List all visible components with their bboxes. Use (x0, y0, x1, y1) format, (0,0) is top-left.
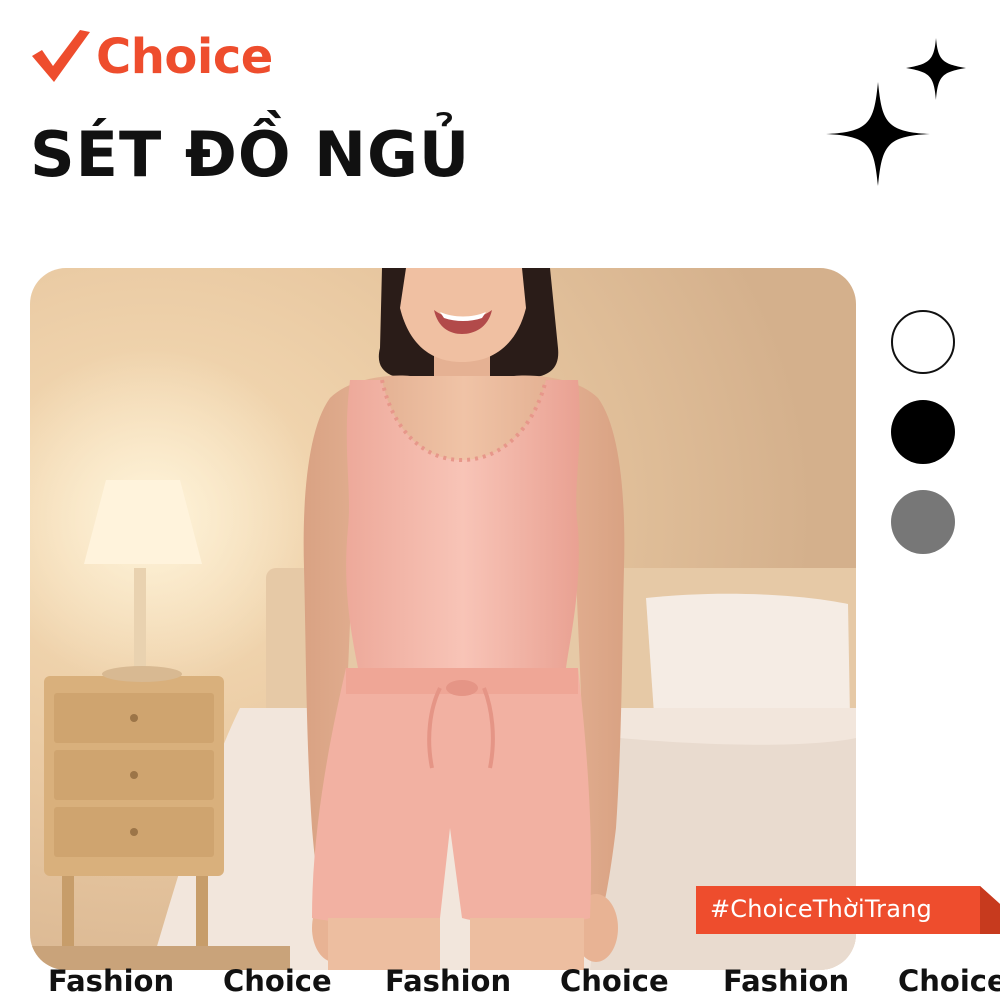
color-swatch-gray[interactable] (891, 490, 955, 554)
checkmark-icon (32, 30, 90, 82)
color-swatch-white[interactable] (891, 310, 955, 374)
brand-name: Choice (96, 29, 273, 85)
ticker-word: Fashion (48, 964, 175, 998)
ticker-word: Fashion (385, 964, 512, 998)
ticker-word: Choice (898, 964, 1000, 998)
ticker-word: Choice (560, 964, 669, 998)
ticker-word: Fashion (723, 964, 850, 998)
product-photo (30, 268, 856, 970)
hashtag-badge: #ChoiceThờiTrang (696, 886, 1000, 934)
color-swatch-black[interactable] (891, 400, 955, 464)
brand-logo[interactable]: Choice (30, 28, 273, 86)
model-photo (30, 268, 856, 970)
brand-ticker: Fashion Choice Fashion Choice Fashion Ch… (48, 962, 1000, 1000)
sparkle-icon (826, 38, 966, 186)
ticker-word: Choice (223, 964, 332, 998)
hashtag-text: #ChoiceThờiTrang (710, 895, 932, 923)
page-title: SÉT ĐỒ NGỦ (30, 118, 471, 191)
